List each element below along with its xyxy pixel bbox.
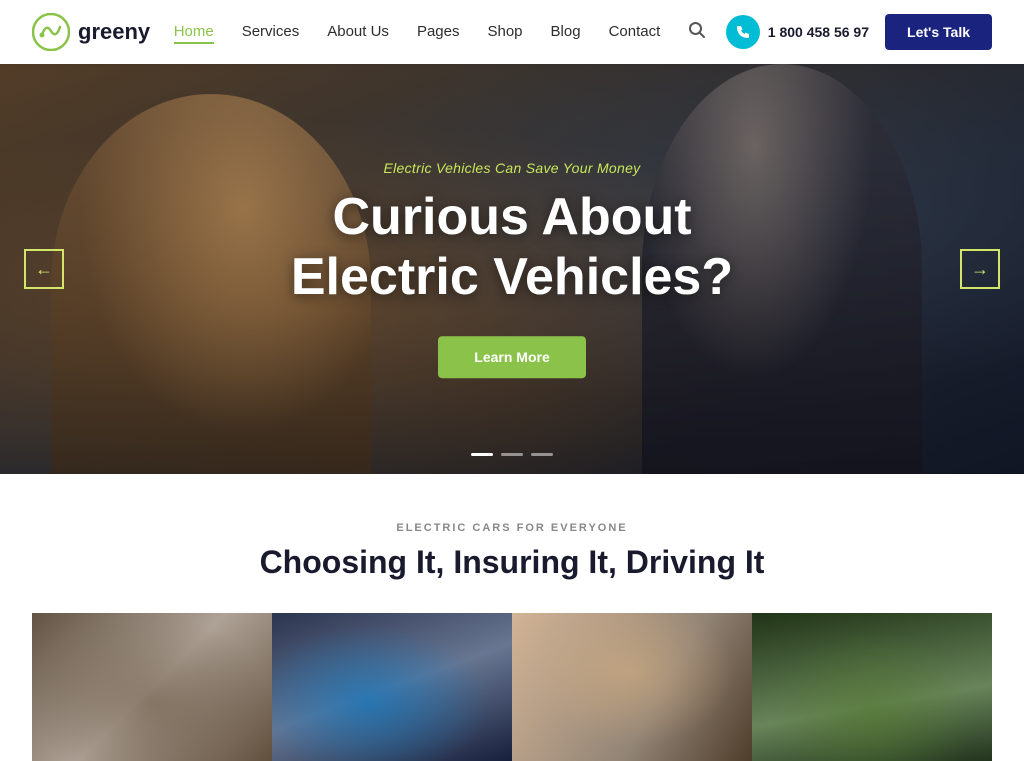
hero-title: Curious About Electric Vehicles? <box>212 188 812 308</box>
card-2[interactable] <box>272 613 512 761</box>
hero-title-line2: Electric Vehicles? <box>291 248 733 306</box>
arrow-right-icon: → <box>971 259 989 280</box>
cards-section: ELECTRIC CARS FOR EVERYONE Choosing It, … <box>0 474 1024 761</box>
card-1[interactable] <box>32 613 272 761</box>
card-3[interactable] <box>512 613 752 761</box>
phone-area: 1 800 458 56 97 <box>726 15 869 49</box>
hero-title-line1: Curious About <box>332 188 691 246</box>
nav-services[interactable]: Services <box>242 23 300 40</box>
nav-home[interactable]: Home <box>174 23 214 44</box>
slide-dot-2[interactable] <box>501 453 523 456</box>
slide-dots <box>471 453 553 456</box>
hero-section: ← Electric Vehicles Can Save Your Money … <box>0 64 1024 474</box>
phone-number: 1 800 458 56 97 <box>768 24 869 40</box>
phone-icon <box>735 24 751 40</box>
section-label: ELECTRIC CARS FOR EVERYONE <box>32 522 992 534</box>
slide-dot-1[interactable] <box>471 453 493 456</box>
search-icon <box>688 21 706 39</box>
cards-row <box>32 613 992 761</box>
nav-menu: Home Services About Us Pages Shop Blog C… <box>174 23 661 41</box>
nav-about[interactable]: About Us <box>327 23 389 40</box>
slide-dot-3[interactable] <box>531 453 553 456</box>
slide-next-button[interactable]: → <box>960 249 1000 289</box>
card-4[interactable] <box>752 613 992 761</box>
logo-link[interactable]: greeny <box>32 13 150 51</box>
section-title: Choosing It, Insuring It, Driving It <box>32 544 992 581</box>
nav-right: 1 800 458 56 97 Let's Talk <box>684 14 992 50</box>
nav-shop[interactable]: Shop <box>487 23 522 40</box>
logo-text: greeny <box>78 19 150 45</box>
nav-pages[interactable]: Pages <box>417 23 460 40</box>
phone-avatar <box>726 15 760 49</box>
search-button[interactable] <box>684 17 710 48</box>
hero-cta-button[interactable]: Learn More <box>438 336 585 378</box>
nav-blog[interactable]: Blog <box>551 23 581 40</box>
arrow-left-icon: ← <box>35 259 53 280</box>
hero-subtitle: Electric Vehicles Can Save Your Money <box>212 160 812 176</box>
nav-contact[interactable]: Contact <box>609 23 661 40</box>
hero-content: Electric Vehicles Can Save Your Money Cu… <box>212 160 812 378</box>
slide-prev-button[interactable]: ← <box>24 249 64 289</box>
greeny-logo-icon <box>32 13 70 51</box>
navbar: greeny Home Services About Us Pages Shop… <box>0 0 1024 64</box>
lets-talk-button[interactable]: Let's Talk <box>885 14 992 50</box>
